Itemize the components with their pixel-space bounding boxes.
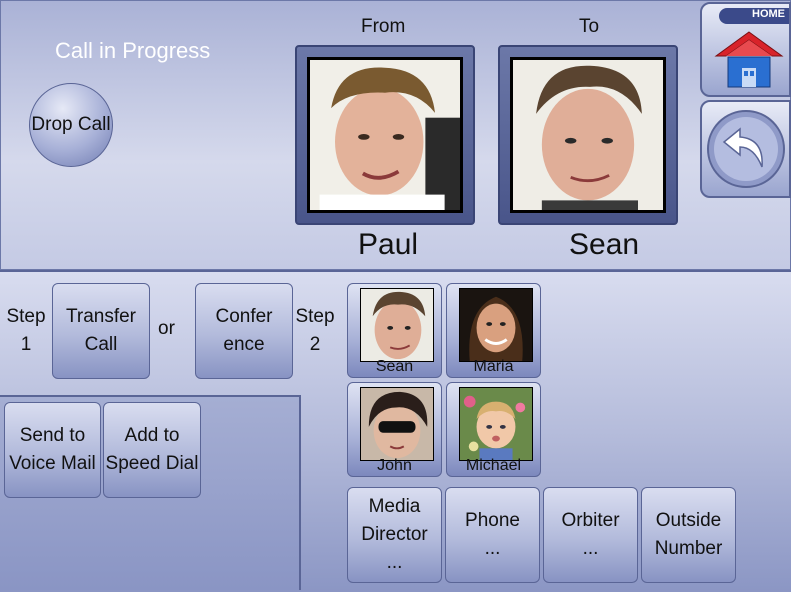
media-director-button[interactable]: Media Director... — [347, 487, 442, 583]
caller-name: Paul — [358, 228, 419, 261]
conference-label-1: Confer — [215, 306, 273, 327]
contact-photo — [360, 288, 434, 362]
page-title: Call in Progress — [55, 38, 211, 63]
outside-label-1: Outside — [655, 510, 722, 531]
step1-text: Step — [6, 306, 46, 327]
send-to-voicemail-button[interactable]: Send to Voice Mail — [4, 402, 101, 498]
contact-photo — [459, 387, 533, 461]
outside-number-button[interactable]: Outside Number — [641, 487, 736, 583]
phone-label-1: Phone — [465, 510, 520, 531]
callee-photo — [510, 57, 666, 213]
transfer-call-button[interactable]: Transfer Call — [52, 283, 150, 379]
step2-text: Step — [295, 306, 335, 327]
contact-sean[interactable]: Sean — [347, 283, 442, 378]
to-label: To — [579, 16, 600, 37]
voicemail-label-1: Send to — [19, 425, 86, 446]
home-button[interactable]: HOME — [700, 2, 791, 97]
media-label-3: ... — [386, 552, 403, 573]
caller-photo — [307, 57, 463, 213]
contact-michael[interactable]: Michael — [446, 382, 541, 477]
caller-photo-frame — [295, 45, 475, 225]
transfer-label-2: Call — [84, 334, 118, 355]
contact-name: Sean — [375, 358, 414, 375]
contact-john[interactable]: John — [347, 382, 442, 477]
contact-name: John — [377, 457, 412, 474]
or-label: or — [158, 318, 175, 339]
drop-call-label: Drop Call — [31, 114, 111, 135]
from-label: From — [361, 16, 406, 37]
step2-number: 2 — [309, 334, 321, 355]
contact-photo — [459, 288, 533, 362]
drop-call-button[interactable]: Drop Call — [29, 83, 113, 167]
media-label-2: Director — [361, 524, 428, 545]
step1-label: Step 1 — [6, 303, 46, 359]
contact-photo — [360, 387, 434, 461]
orbiter-button[interactable]: Orbiter... — [543, 487, 638, 583]
contact-maria[interactable]: Maria — [446, 283, 541, 378]
voicemail-label-2: Voice Mail — [9, 453, 96, 474]
phone-label-2: ... — [484, 538, 501, 559]
house-icon — [714, 31, 784, 88]
transfer-label-1: Transfer — [65, 306, 137, 327]
add-to-speed-dial-button[interactable]: Add to Speed Dial — [103, 402, 201, 498]
callee-photo-frame — [498, 45, 678, 225]
orbiter-label-1: Orbiter — [561, 510, 620, 531]
phone-button[interactable]: Phone... — [445, 487, 540, 583]
callee-name: Sean — [569, 228, 640, 261]
home-label: HOME — [719, 8, 789, 24]
speeddial-label-1: Add to — [124, 425, 180, 446]
step1-number: 1 — [20, 334, 32, 355]
outside-label-2: Number — [654, 538, 723, 559]
orbiter-label-2: ... — [582, 538, 599, 559]
conference-button[interactable]: Confer ence — [195, 283, 293, 379]
step2-label: Step 2 — [294, 303, 336, 359]
conference-label-2: ence — [223, 334, 265, 355]
speeddial-label-2: Speed Dial — [105, 453, 199, 474]
back-button[interactable] — [700, 100, 791, 198]
media-label-1: Media — [368, 496, 421, 517]
contact-name: Michael — [465, 457, 522, 474]
contact-name: Maria — [473, 358, 514, 375]
back-arrow-icon — [706, 110, 785, 188]
